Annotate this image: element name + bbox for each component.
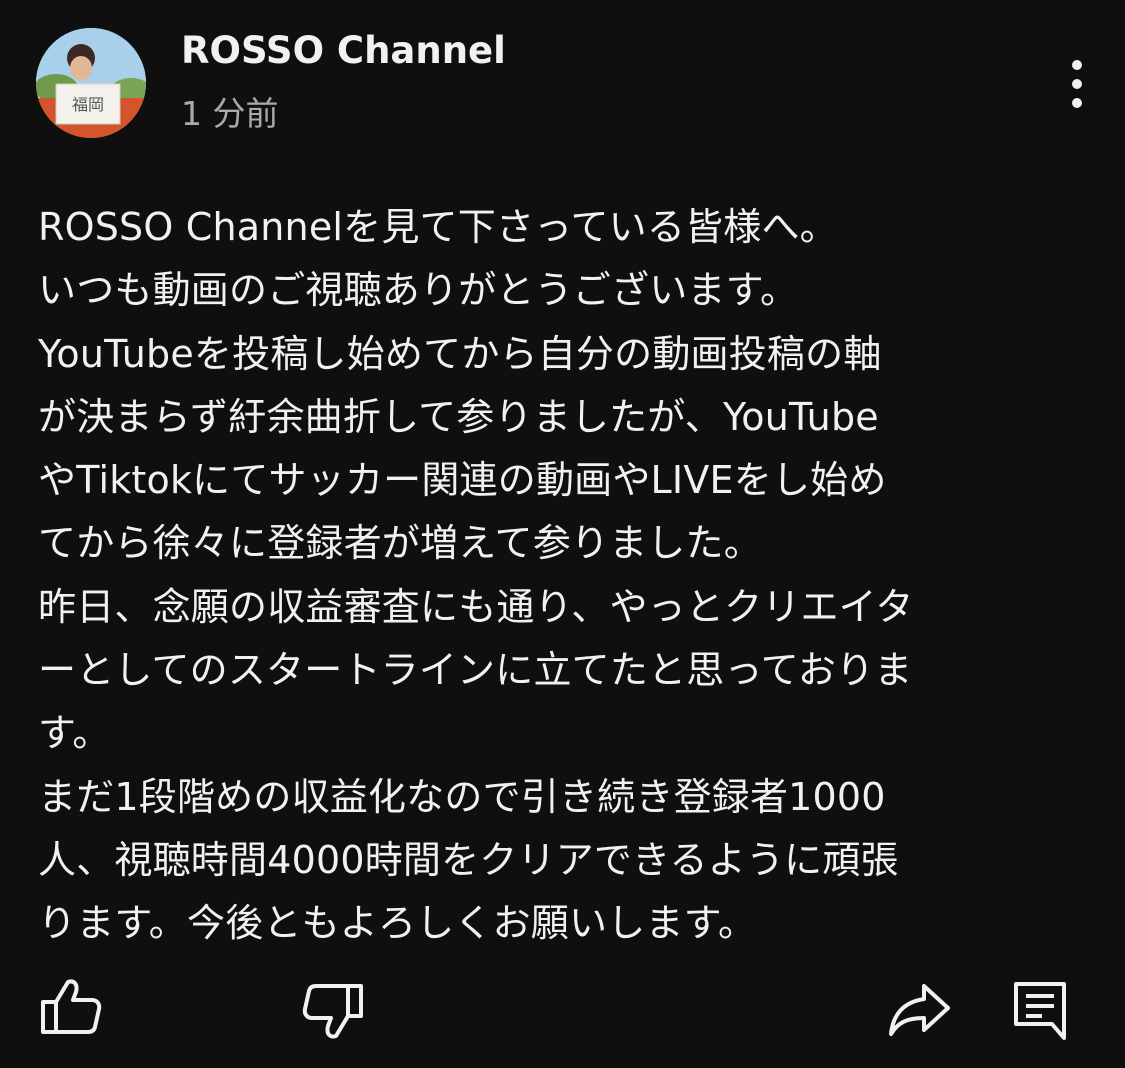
post-body-line: 昨日、念願の収益審査にも通り、やっとクリエイタ — [38, 584, 914, 629]
post-body-line: ります。今後ともよろしくお願いします。 — [38, 901, 757, 946]
post-body-line: が決まらず紆余曲折して参りましたが、YouTube — [38, 394, 879, 439]
post-body-line: いつも動画のご視聴ありがとうございます。 — [38, 268, 799, 313]
thumbs-up-icon — [41, 979, 102, 1034]
share-icon — [889, 984, 950, 1036]
more-options-button[interactable] — [1058, 56, 1096, 112]
more-vert-icon — [1072, 60, 1082, 108]
post-body-line: す。 — [38, 711, 111, 756]
comment-button[interactable] — [1012, 980, 1068, 1042]
avatar[interactable]: 福岡 — [36, 28, 146, 138]
post-body: ROSSO Channelを見て下さっている皆様へ。 いつも動画のご視聴ありがとう… — [38, 196, 1098, 956]
post-body-line: ROSSO Channelを見て下さっている皆様へ。 — [38, 205, 838, 249]
share-button[interactable] — [888, 982, 952, 1038]
thumbs-down-icon — [302, 984, 363, 1039]
post-body-line: まだ1段階めの収益化なので引き続き登録者1000 — [38, 774, 886, 819]
post-body-line: ーとしてのスタートラインに立てたと思っておりま — [38, 648, 913, 693]
like-button[interactable] — [38, 978, 102, 1036]
channel-name[interactable]: ROSSO Channel — [181, 28, 506, 74]
avatar-sign-text: 福岡 — [72, 95, 104, 114]
post-body-line: やTiktokにてサッカー関連の動画やLIVEをし始め — [38, 458, 887, 503]
dislike-button[interactable] — [302, 982, 366, 1040]
post-timestamp: 1 分前 — [181, 94, 279, 133]
post-body-line: 人、視聴時間4000時間をクリアできるように頑張 — [38, 837, 899, 882]
avatar-photo: 福岡 — [36, 28, 146, 138]
post-body-line: てから徐々に登録者が増えて参りました。 — [38, 521, 762, 566]
comment-icon — [1014, 982, 1066, 1040]
post-body-line: YouTubeを投稿し始めてから自分の動画投稿の軸 — [38, 331, 882, 376]
